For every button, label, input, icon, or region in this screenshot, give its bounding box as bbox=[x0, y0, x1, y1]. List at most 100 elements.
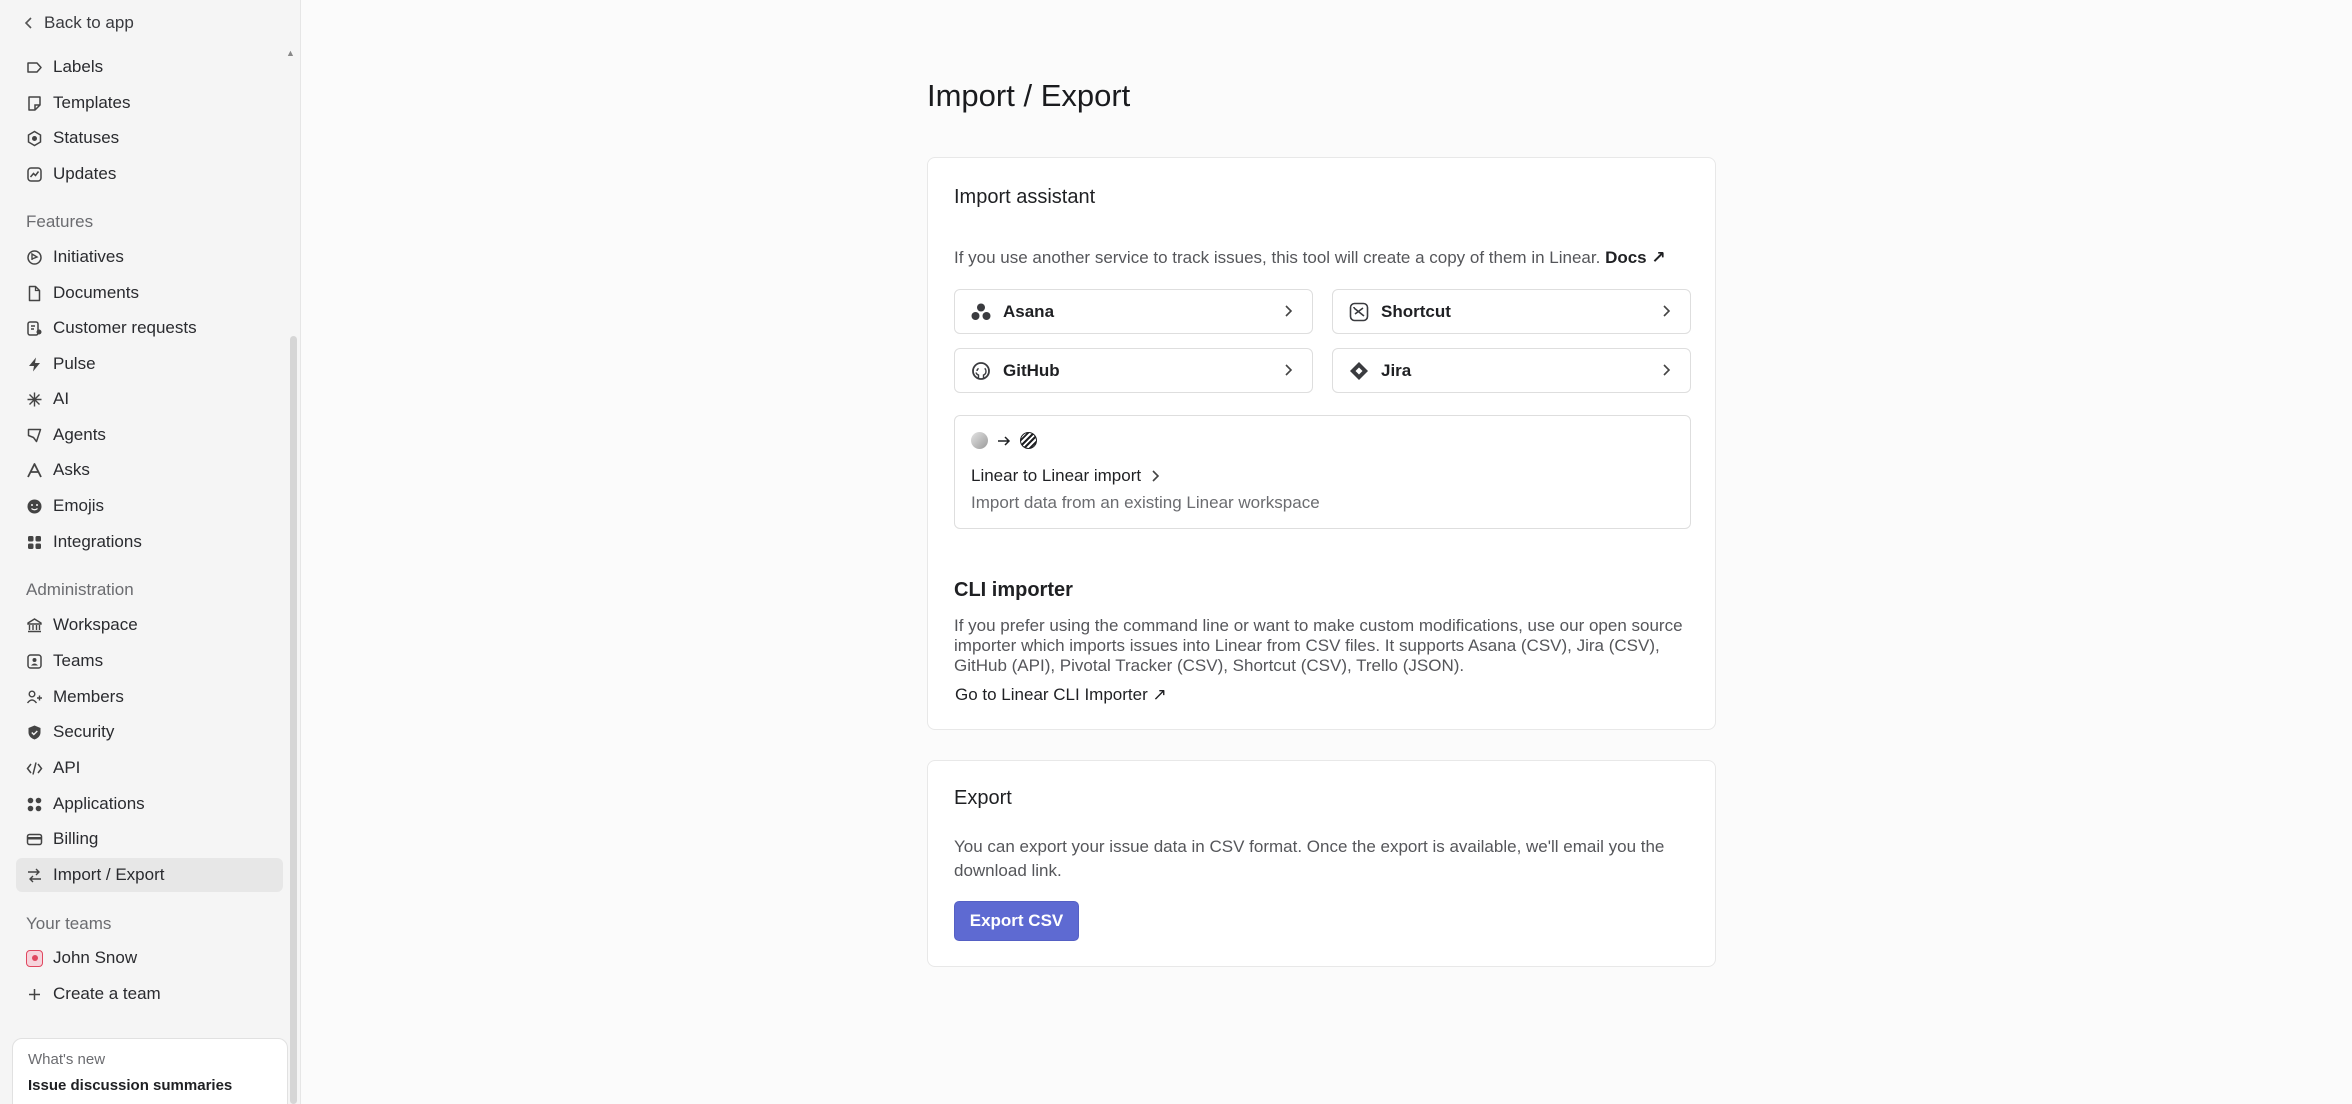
sidebar-item-customer-requests[interactable]: Customer requests bbox=[16, 311, 283, 345]
back-to-app-label: Back to app bbox=[44, 13, 134, 32]
import-export-icon bbox=[28, 868, 41, 882]
sidebar-item-applications[interactable]: Applications bbox=[16, 787, 283, 821]
sidebar-item-label: Integrations bbox=[53, 532, 142, 551]
import-description-text: If you use another service to track issu… bbox=[954, 248, 1601, 267]
linear-logo-icon bbox=[1020, 432, 1037, 449]
scroll-up-arrow-icon[interactable]: ▲ bbox=[286, 48, 296, 58]
sidebar-item-label: Import / Export bbox=[53, 865, 165, 884]
pulse-icon bbox=[29, 357, 40, 371]
whats-new-label: What's new bbox=[28, 1051, 106, 1068]
export-card: Export You can export your issue data in… bbox=[927, 760, 1716, 967]
status-icon bbox=[27, 130, 42, 146]
export-title: Export bbox=[954, 787, 1012, 809]
source-workspace-icon bbox=[971, 432, 988, 449]
sidebar-item-label: Members bbox=[53, 687, 124, 706]
sidebar-item-emojis[interactable]: Emojis bbox=[16, 489, 283, 523]
your-teams-section-label: Your teams bbox=[26, 914, 112, 933]
back-to-app-link[interactable]: Back to app bbox=[22, 10, 134, 36]
service-label: Shortcut bbox=[1381, 301, 1451, 321]
sidebar-item-team-john-snow[interactable]: John Snow bbox=[16, 941, 283, 975]
settings-sidebar: Back to app ▲ Labels Templates Statuses … bbox=[0, 0, 301, 1104]
chevron-right-icon bbox=[1152, 470, 1160, 482]
customer-requests-icon bbox=[27, 320, 42, 336]
sidebar-item-teams[interactable]: Teams bbox=[16, 644, 283, 678]
sidebar-item-label: Agents bbox=[53, 425, 106, 444]
service-label: Asana bbox=[1003, 301, 1055, 321]
docs-link[interactable]: Docs ↗ bbox=[1605, 248, 1666, 267]
cli-importer-title: CLI importer bbox=[954, 579, 1073, 601]
sidebar-item-label: Initiatives bbox=[53, 247, 124, 266]
chevron-right-icon bbox=[1285, 364, 1293, 376]
sidebar-item-initiatives[interactable]: Initiatives bbox=[16, 240, 283, 274]
l2l-icons bbox=[971, 432, 1037, 449]
import-shortcut-button[interactable]: Shortcut bbox=[1332, 289, 1691, 334]
sidebar-item-labels[interactable]: Labels bbox=[16, 50, 283, 84]
chevron-right-icon bbox=[1285, 305, 1293, 317]
sidebar-item-label: Security bbox=[53, 722, 115, 741]
sidebar-item-label: Documents bbox=[53, 283, 139, 302]
sidebar-item-label: Teams bbox=[53, 651, 104, 670]
code-icon bbox=[26, 761, 43, 775]
template-icon bbox=[28, 95, 41, 111]
sidebar-item-billing[interactable]: Billing bbox=[16, 822, 283, 856]
integrations-icon bbox=[28, 535, 41, 549]
jira-icon bbox=[1350, 361, 1368, 380]
arrow-right-icon bbox=[998, 435, 1011, 446]
import-github-button[interactable]: GitHub bbox=[954, 348, 1313, 393]
team-name: John Snow bbox=[53, 948, 138, 967]
sidebar-item-updates[interactable]: Updates bbox=[16, 157, 283, 191]
create-team-label: Create a team bbox=[53, 984, 161, 1003]
chevron-right-icon bbox=[1663, 364, 1671, 376]
sidebar-item-documents[interactable]: Documents bbox=[16, 276, 283, 310]
chevron-left-icon bbox=[24, 17, 32, 29]
plus-icon bbox=[29, 988, 40, 1000]
sidebar-item-label: API bbox=[53, 758, 81, 777]
features-section-label: Features bbox=[26, 212, 94, 231]
sidebar-item-label: Applications bbox=[53, 794, 145, 813]
administration-section-label: Administration bbox=[26, 580, 134, 599]
whats-new-card[interactable]: What's new Issue discussion summaries bbox=[12, 1038, 288, 1104]
agents-icon bbox=[27, 428, 42, 442]
l2l-subtitle: Import data from an existing Linear work… bbox=[971, 493, 1320, 512]
sidebar-item-workspace[interactable]: Workspace bbox=[16, 608, 283, 642]
applications-icon bbox=[27, 797, 42, 811]
l2l-title-text: Linear to Linear import bbox=[971, 466, 1142, 485]
members-icon bbox=[26, 690, 42, 703]
teams-icon bbox=[27, 653, 42, 669]
import-card: Import assistant If you use another serv… bbox=[927, 157, 1716, 730]
sidebar-item-api[interactable]: API bbox=[16, 751, 283, 785]
sidebar-item-templates[interactable]: Templates bbox=[16, 86, 283, 120]
sidebar-item-import-export[interactable]: Import / Export bbox=[16, 858, 283, 892]
export-csv-button[interactable]: Export CSV bbox=[954, 901, 1079, 941]
sidebar-scrollbar[interactable] bbox=[290, 336, 297, 1104]
sidebar-item-pulse[interactable]: Pulse bbox=[16, 347, 283, 381]
emoji-icon bbox=[27, 499, 42, 513]
export-description: You can export your issue data in CSV fo… bbox=[954, 837, 1665, 880]
ai-sparkle-icon bbox=[27, 392, 42, 406]
import-jira-button[interactable]: Jira bbox=[1332, 348, 1691, 393]
label-icon bbox=[27, 61, 42, 73]
github-icon bbox=[972, 361, 990, 380]
sidebar-item-ai[interactable]: AI bbox=[16, 382, 283, 416]
linear-to-linear-import-card[interactable]: Linear to Linear import Import data from… bbox=[954, 415, 1691, 529]
sidebar-item-label: Labels bbox=[53, 57, 104, 76]
updates-icon bbox=[27, 166, 42, 182]
asks-icon bbox=[27, 462, 42, 477]
import-assistant-title: Import assistant bbox=[954, 186, 1096, 208]
import-asana-button[interactable]: Asana bbox=[954, 289, 1313, 334]
sidebar-item-label: Pulse bbox=[53, 354, 96, 373]
team-avatar-icon bbox=[26, 949, 43, 967]
asana-icon bbox=[971, 303, 991, 320]
sidebar-item-agents[interactable]: Agents bbox=[16, 418, 283, 452]
sidebar-item-label: Workspace bbox=[53, 615, 138, 634]
sidebar-item-members[interactable]: Members bbox=[16, 680, 283, 714]
sidebar-item-asks[interactable]: Asks bbox=[16, 453, 283, 487]
sidebar-item-security[interactable]: Security bbox=[16, 715, 283, 749]
service-label: Jira bbox=[1381, 360, 1412, 380]
create-team-button[interactable]: Create a team bbox=[16, 977, 283, 1011]
sidebar-item-label: Templates bbox=[53, 93, 131, 112]
cli-importer-link[interactable]: Go to Linear CLI Importer ↗ bbox=[955, 685, 1167, 705]
sidebar-item-label: AI bbox=[53, 389, 70, 408]
sidebar-item-integrations[interactable]: Integrations bbox=[16, 525, 283, 559]
sidebar-item-statuses[interactable]: Statuses bbox=[16, 121, 283, 155]
